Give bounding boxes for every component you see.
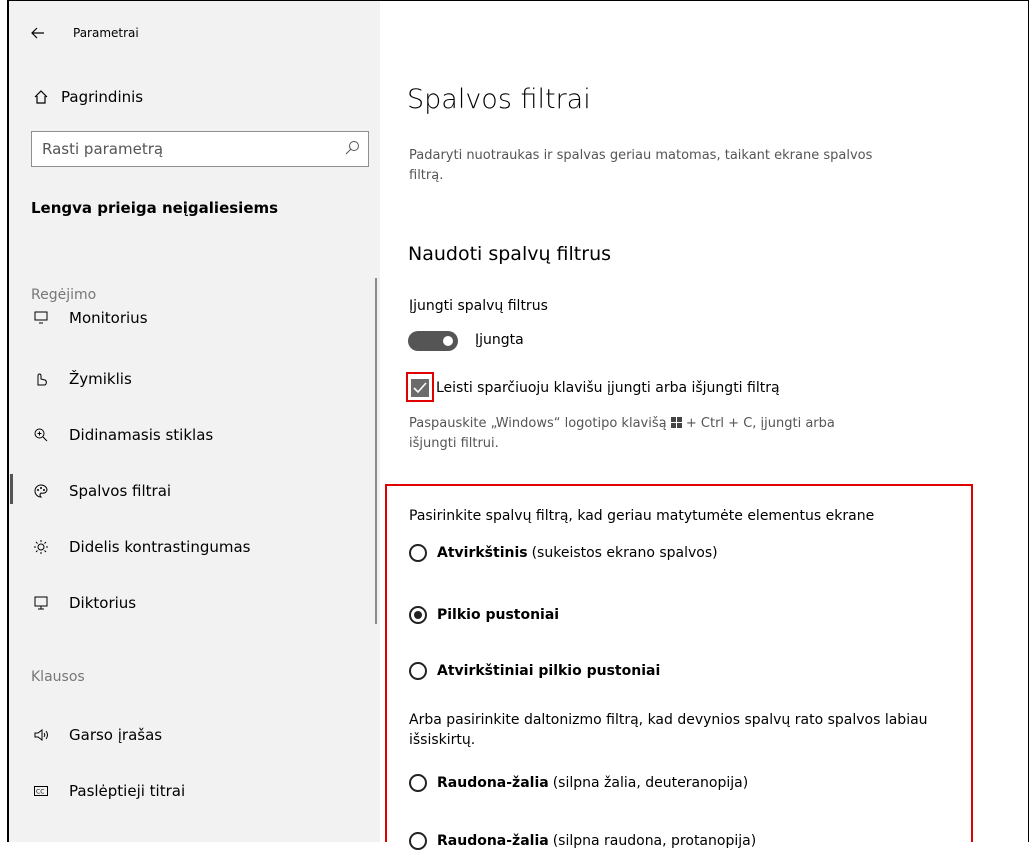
back-button[interactable] [31, 24, 61, 43]
search-icon[interactable] [344, 140, 360, 160]
radio-protanopia[interactable]: Raudona-žalia (silpna raudona, protanopi… [409, 830, 756, 852]
narrator-icon [31, 593, 51, 613]
sidebar-item-zymiklis[interactable]: Žymiklis [31, 367, 132, 391]
shortcut-hint: Paspauskite „Windows“ logotipo klavišą +… [409, 414, 949, 454]
radio-label: Raudona-žalia [437, 775, 549, 791]
checkbox-label: Leisti sparčiuoju klavišu įjungti arba i… [436, 380, 780, 396]
sidebar-item-label: Garso įrašas [69, 726, 163, 744]
svg-text:CC: CC [36, 789, 44, 796]
selected-indicator [10, 474, 13, 504]
radio-label: Pilkio pustoniai [437, 607, 560, 623]
radio-desc: (silpna raudona, protanopija) [552, 833, 757, 849]
sidebar-item-home[interactable]: Pagrindinis [31, 85, 143, 109]
sidebar-item-label: Paslėptieji titrai [69, 782, 186, 800]
toggle-knob [443, 336, 453, 346]
shortcut-hint-part1: Paspauskite „Windows“ logotipo klavišą [409, 416, 667, 431]
sidebar-item-label: Žymiklis [69, 370, 132, 388]
radio-label: Raudona-žalia [437, 833, 549, 849]
radio-button[interactable] [409, 832, 427, 850]
window-title: Parametrai [73, 26, 139, 40]
radio-desc: (sukeistos ekrano spalvos) [531, 545, 718, 561]
sidebar-scrollbar[interactable] [375, 278, 377, 624]
color-filter-toggle[interactable] [408, 331, 458, 351]
radio-button[interactable] [409, 662, 427, 680]
search-placeholder: Rasti parametrą [42, 140, 164, 158]
radio-desc: (silpna žalia, deuteranopija) [552, 775, 749, 791]
group-hearing-heading: Klausos [31, 669, 85, 685]
radio-button[interactable] [409, 774, 427, 792]
shortcut-hint-part3: išjungti filtrui. [409, 436, 499, 451]
shortcut-checkbox[interactable] [406, 372, 434, 402]
checkmark-icon [413, 382, 427, 394]
sidebar-item-spalvos-filtrai[interactable]: Spalvos filtrai [31, 479, 171, 503]
choose-filter-label: Pasirinkite spalvų filtrą, kad geriau ma… [409, 508, 875, 524]
radio-invert[interactable]: Atvirkštinis (sukeistos ekrano spalvos) [409, 542, 718, 564]
speaker-icon [31, 725, 51, 745]
sidebar-item-diktorius[interactable]: Diktorius [31, 591, 136, 615]
radio-deuteranopia[interactable]: Raudona-žalia (silpna žalia, deuteranopi… [409, 772, 748, 794]
radio-label: Atvirkštiniai pilkio pustoniai [437, 663, 661, 679]
radio-inverted-grayscale[interactable]: Atvirkštiniai pilkio pustoniai [409, 660, 660, 682]
toggle-state: Įjungta [475, 332, 524, 348]
sidebar-item-label: Didinamasis stiklas [69, 426, 214, 444]
windows-logo-icon [670, 417, 682, 428]
radio-button[interactable] [409, 606, 427, 624]
sidebar-item-label: Didelis kontrastingumas [69, 538, 251, 556]
search-input[interactable]: Rasti parametrą [31, 131, 369, 167]
sidebar-item-didinamasis[interactable]: Didinamasis stiklas [31, 423, 213, 447]
section-title: Lengva prieiga neįgaliesiems [31, 199, 279, 217]
toggle-label: Įjungti spalvų filtrus [409, 298, 548, 314]
sidebar-item-garso-irasas[interactable]: Garso įrašas [31, 723, 162, 747]
palette-icon [31, 481, 51, 501]
radio-selected-dot [414, 611, 422, 619]
radio-button[interactable] [409, 544, 427, 562]
page-description: Padaryti nuotraukas ir spalvas geriau ma… [409, 148, 873, 183]
sidebar-item-label: Monitorius [69, 311, 148, 327]
sidebar: Parametrai Pagrindinis Rasti parametrą L… [9, 1, 380, 842]
page-title: Spalvos filtrai [407, 84, 591, 115]
sidebar-item-titrai[interactable]: CC Paslėptieji titrai [31, 779, 185, 803]
section-subtitle: Naudoti spalvų filtrus [408, 243, 612, 265]
back-row: Parametrai [31, 23, 139, 43]
sidebar-item-label: Diktorius [69, 594, 137, 612]
shortcut-hint-part2: + Ctrl + C, įjungti arba [685, 416, 835, 431]
group-vision-heading: Regėjimo [31, 287, 97, 303]
sidebar-item-label: Spalvos filtrai [69, 482, 172, 500]
radio-grayscale[interactable]: Pilkio pustoniai [409, 604, 559, 626]
monitor-icon [31, 311, 51, 327]
checkbox-fill [411, 379, 429, 397]
magnifier-icon [31, 425, 51, 445]
home-icon [31, 87, 51, 107]
sidebar-item-monitorius[interactable]: Monitorius [31, 311, 148, 327]
pointer-icon [31, 369, 51, 389]
colorblind-description: Arba pasirinkite daltonizmo filtrą, kad … [409, 712, 928, 748]
contrast-icon [31, 537, 51, 557]
sidebar-item-label: Pagrindinis [61, 88, 144, 106]
back-arrow-icon [31, 27, 44, 38]
sidebar-item-kontrastingumas[interactable]: Didelis kontrastingumas [31, 535, 250, 559]
captions-icon: CC [31, 781, 51, 801]
radio-label: Atvirkštinis [437, 545, 528, 561]
